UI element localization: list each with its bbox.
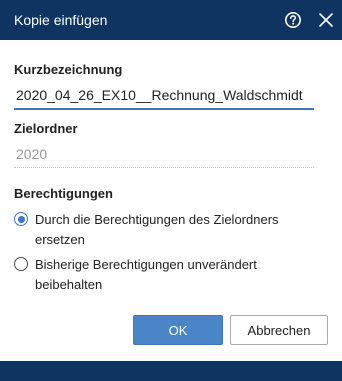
- permission-option-line1: Durch die Berechtigungen des Zielordners: [35, 212, 279, 227]
- cancel-button[interactable]: Abbrechen: [230, 315, 328, 345]
- permission-option-line2: ersetzen: [35, 232, 85, 247]
- help-circle-icon[interactable]: [284, 11, 302, 29]
- permission-option-keep[interactable]: Bisherige Berechtigungen unverändert bei…: [14, 255, 324, 295]
- permission-option-line1: Bisherige Berechtigungen unverändert: [35, 257, 257, 272]
- target-folder-field: 2020: [14, 141, 314, 168]
- ok-button[interactable]: OK: [133, 315, 223, 345]
- permission-option-line2: beibehalten: [35, 277, 103, 292]
- permission-option-label: Durch die Berechtigungen des Zielordners…: [35, 210, 325, 250]
- radio-button-checked[interactable]: [14, 212, 28, 226]
- radio-button-unchecked[interactable]: [14, 257, 28, 271]
- dialog-title: Kopie einfügen: [14, 12, 108, 28]
- target-folder-value: 2020: [16, 146, 48, 162]
- permissions-label: Berechtigungen: [14, 186, 113, 201]
- permission-option-label: Bisherige Berechtigungen unverändert bei…: [35, 255, 325, 295]
- shortname-input[interactable]: 2020_04_26_EX10__Rechnung_Waldschmidt: [14, 82, 314, 110]
- shortname-label: Kurzbezeichnung: [14, 62, 123, 77]
- dialog-titlebar: Kopie einfügen: [0, 0, 342, 40]
- close-icon[interactable]: [318, 12, 334, 28]
- target-folder-label: Zielordner: [14, 121, 78, 136]
- permission-option-replace[interactable]: Durch die Berechtigungen des Zielordners…: [14, 210, 324, 250]
- bottom-bar: [0, 361, 342, 381]
- dialog-content: Kurzbezeichnung 2020_04_26_EX10__Rechnun…: [14, 40, 328, 361]
- shortname-value: 2020_04_26_EX10__Rechnung_Waldschmidt: [16, 87, 303, 103]
